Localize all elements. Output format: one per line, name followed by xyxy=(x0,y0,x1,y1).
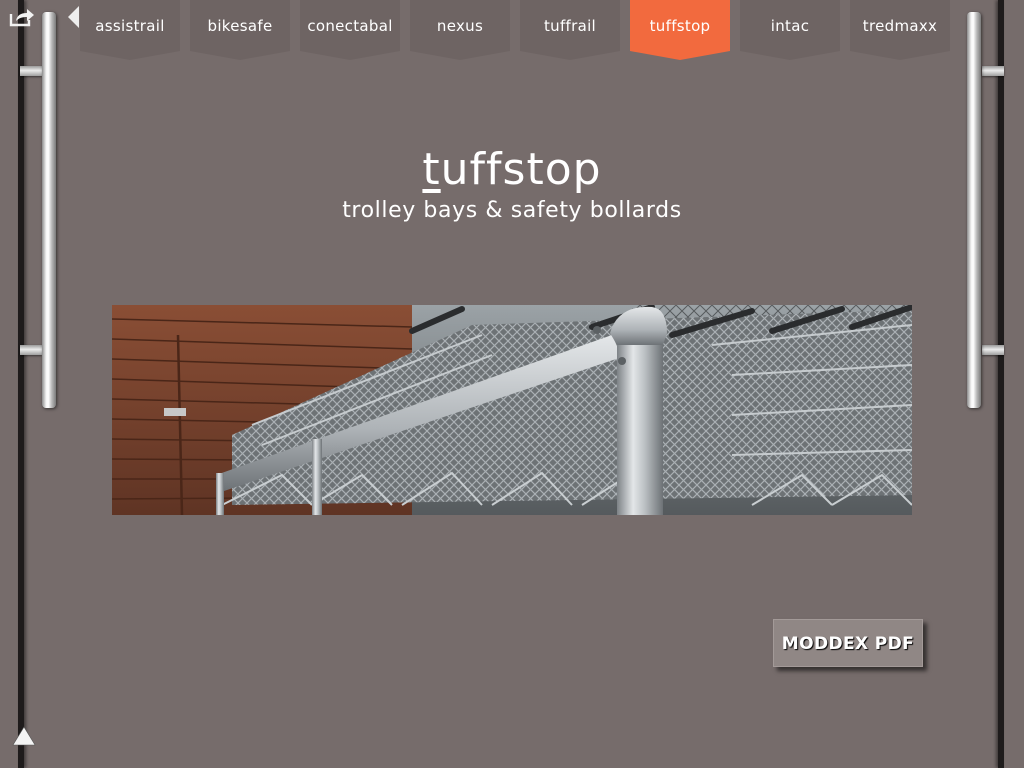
tab-tredmaxx[interactable]: tredmaxx xyxy=(850,0,950,60)
trolley-bay-photo xyxy=(112,305,912,515)
moddex-pdf-button[interactable]: MODDEX PDF xyxy=(773,619,923,667)
tab-nexus[interactable]: nexus xyxy=(410,0,510,60)
tab-assistrail[interactable]: assistrail xyxy=(80,0,180,60)
right-handle-post-top xyxy=(982,66,1004,76)
tab-tuffrail[interactable]: tuffrail xyxy=(520,0,620,60)
left-triangle-icon[interactable] xyxy=(68,6,80,28)
tab-tuffstop[interactable]: tuffstop xyxy=(630,0,730,60)
left-rail xyxy=(18,0,24,768)
page-title-rest: uffstop xyxy=(440,144,602,195)
left-handle-post-top xyxy=(20,66,42,76)
product-tab-bar: assistrail bikesafe conectabal nexus tuf… xyxy=(80,0,960,62)
right-rail xyxy=(998,0,1004,768)
up-triangle-icon[interactable] xyxy=(12,724,36,748)
page-title-first-letter: t xyxy=(422,144,441,195)
left-handle-post-bottom xyxy=(20,345,42,355)
share-icon[interactable] xyxy=(8,6,36,28)
tab-intac[interactable]: intac xyxy=(740,0,840,60)
tab-conectabal[interactable]: conectabal xyxy=(300,0,400,60)
right-handle-post-bottom xyxy=(982,345,1004,355)
page-title: tuffstop xyxy=(0,142,1024,198)
tab-bikesafe[interactable]: bikesafe xyxy=(190,0,290,60)
page-subtitle: trolley bays & safety bollards xyxy=(342,198,682,223)
app-screen: assistrail bikesafe conectabal nexus tuf… xyxy=(0,0,1024,768)
